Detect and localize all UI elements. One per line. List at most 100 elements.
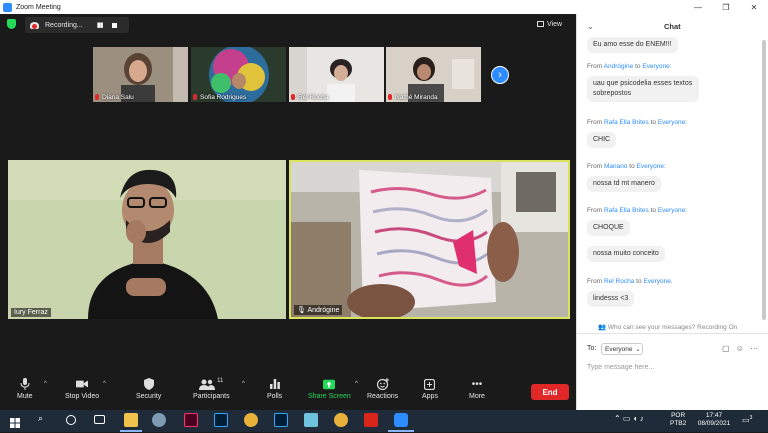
photoshop-icon[interactable] <box>214 413 228 427</box>
app-icon[interactable] <box>304 413 318 427</box>
muted-mic-icon <box>193 94 197 100</box>
recipient-name: Everyone <box>636 163 664 170</box>
windows-taskbar <box>0 410 768 432</box>
sender-name: Andrógine <box>603 63 634 70</box>
file-icon[interactable]: ▢ <box>722 344 730 353</box>
bar-chart-icon <box>269 378 281 390</box>
clock-date: 08/09/2021 <box>697 420 731 427</box>
recording-label: Recording... <box>45 21 83 29</box>
chat-message-meta: From Rafa Ella Brites to Everyone: <box>587 207 688 214</box>
thumbnail-name: Diana Salu <box>102 94 134 101</box>
minimize-button[interactable]: — <box>684 0 712 14</box>
cortana-icon[interactable] <box>66 415 76 425</box>
reactions-label: Reactions <box>367 393 399 400</box>
cloud-record-icon <box>30 21 39 29</box>
close-button[interactable]: ✕ <box>740 0 768 14</box>
polls-button[interactable]: Polls <box>267 378 282 408</box>
system-tray-icons[interactable]: ⌃ ▭ ◖ ♪ <box>614 415 644 423</box>
apps-button[interactable]: Apps <box>422 378 438 408</box>
chat-message-bubble: CHIC <box>587 132 617 148</box>
task-view-icon[interactable] <box>94 415 105 424</box>
recipient-value: Everyone <box>605 345 633 353</box>
indesign-icon[interactable] <box>184 413 198 427</box>
recipient-select[interactable]: Everyone ⌄ <box>601 343 643 355</box>
more-dots-icon: ••• <box>471 378 483 390</box>
apps-label: Apps <box>422 393 438 400</box>
muted-mic-icon <box>388 94 392 100</box>
mute-button[interactable]: Mute <box>17 378 33 408</box>
chrome-icon[interactable] <box>244 413 258 427</box>
emoji-icon[interactable]: ☺ <box>736 344 744 353</box>
acrobat-icon[interactable] <box>364 413 378 427</box>
file-explorer-icon[interactable] <box>124 413 138 427</box>
video-options-chevron-icon[interactable]: ^ <box>103 381 106 387</box>
chat-scrollbar[interactable] <box>762 40 766 320</box>
who-can-see-link[interactable]: 👥 Who can see your messages? Recording O… <box>598 323 737 331</box>
participants-button[interactable]: 11 Participants <box>193 378 230 408</box>
participant-video-feed <box>291 162 568 317</box>
thumbnail-name: Sofia Rodrigues <box>200 94 247 101</box>
share-options-chevron-icon[interactable]: ^ <box>355 381 358 387</box>
chat-message-bubble: Eu amo esse do ENEM!!! <box>587 37 678 53</box>
participant-thumbnail[interactable]: Diana Salu <box>93 47 188 102</box>
chat-message-meta: From Rel Rocha to Everyone. <box>587 278 673 285</box>
notification-center-icon[interactable]: ▭3 <box>742 414 752 425</box>
reactions-button[interactable]: Reactions <box>367 378 398 408</box>
participants-options-chevron-icon[interactable]: ^ <box>242 381 245 387</box>
to-label: To: <box>587 345 597 352</box>
view-button[interactable]: View <box>537 17 571 31</box>
chat-message-bubble: nossa muito conceito <box>587 246 665 262</box>
pause-recording-button[interactable]: ▮▮ <box>97 21 104 29</box>
participant-thumbnail[interactable]: Sofia Rodrigues <box>191 47 286 102</box>
sender-name: Rel Rocha <box>603 278 635 285</box>
windows-start-icon[interactable] <box>10 415 20 428</box>
participant-thumbnail[interactable]: Nathé Miranda <box>386 47 481 102</box>
more-label: More <box>469 393 485 400</box>
title-bar: Zoom Meeting — ❐ ✕ <box>0 0 768 14</box>
stop-recording-button[interactable] <box>112 22 118 28</box>
video-camera-icon <box>76 378 89 390</box>
sender-name: Rafa Ella Brites <box>603 119 649 126</box>
mute-options-chevron-icon[interactable]: ^ <box>44 381 47 387</box>
apps-icon <box>424 378 436 390</box>
participants-label: Participants <box>193 393 230 400</box>
recipient-name: Everyone <box>657 207 686 214</box>
keyboard-layout[interactable]: POR PTB2 <box>670 412 686 428</box>
mute-label: Mute <box>17 393 33 400</box>
share-screen-button[interactable]: Share Screen <box>308 378 351 408</box>
security-button[interactable]: Security <box>136 378 161 408</box>
more-button[interactable]: ••• More <box>469 378 485 408</box>
more-options-icon[interactable]: ⋯ <box>750 344 758 353</box>
clock[interactable]: 17:47 08/09/2021 <box>694 412 734 428</box>
chat-message-input[interactable] <box>587 361 757 373</box>
app-icon[interactable] <box>152 413 166 427</box>
chevron-down-icon: ⌄ <box>635 346 641 353</box>
layout-indicator: PTB2 <box>670 420 687 427</box>
chevron-down-icon[interactable]: ⌄ <box>587 22 594 31</box>
video-tile[interactable]: Iury Ferraz <box>8 160 286 319</box>
window-title: Zoom Meeting <box>16 3 61 11</box>
search-icon[interactable]: ⌕ <box>38 413 52 427</box>
next-page-arrow-icon[interactable]: › <box>491 66 509 84</box>
zoom-taskbar-icon[interactable] <box>394 413 408 427</box>
recording-indicator: Recording... ▮▮ <box>25 17 129 33</box>
participant-thumbnail[interactable]: Rel Rocha <box>289 47 384 102</box>
who-can-see-text: Who can see your messages? Recording On <box>607 324 738 331</box>
chat-message-meta: From Rafa Ella Brites to Everyone: <box>587 119 688 126</box>
photoshop-icon[interactable] <box>274 413 288 427</box>
stop-video-button[interactable]: Stop Video <box>65 378 99 408</box>
end-meeting-button[interactable]: End <box>531 384 569 400</box>
clock-time: 17:47 <box>705 412 723 419</box>
people-icon: 👥 <box>598 324 607 331</box>
security-label: Security <box>136 393 162 400</box>
polls-label: Polls <box>267 393 283 400</box>
chrome-icon[interactable] <box>334 413 348 427</box>
zoom-app-icon <box>3 2 12 12</box>
active-speaker-video-tile[interactable]: 🎙 Andrógine <box>289 160 570 319</box>
security-shield-icon[interactable] <box>7 19 16 29</box>
maximize-button[interactable]: ❐ <box>712 0 740 14</box>
chat-message-bubble: CHOQUE <box>587 220 630 236</box>
chat-title: Chat <box>664 22 681 31</box>
smiley-plus-icon <box>376 378 389 390</box>
thumbnail-name: Rel Rocha <box>298 94 329 101</box>
